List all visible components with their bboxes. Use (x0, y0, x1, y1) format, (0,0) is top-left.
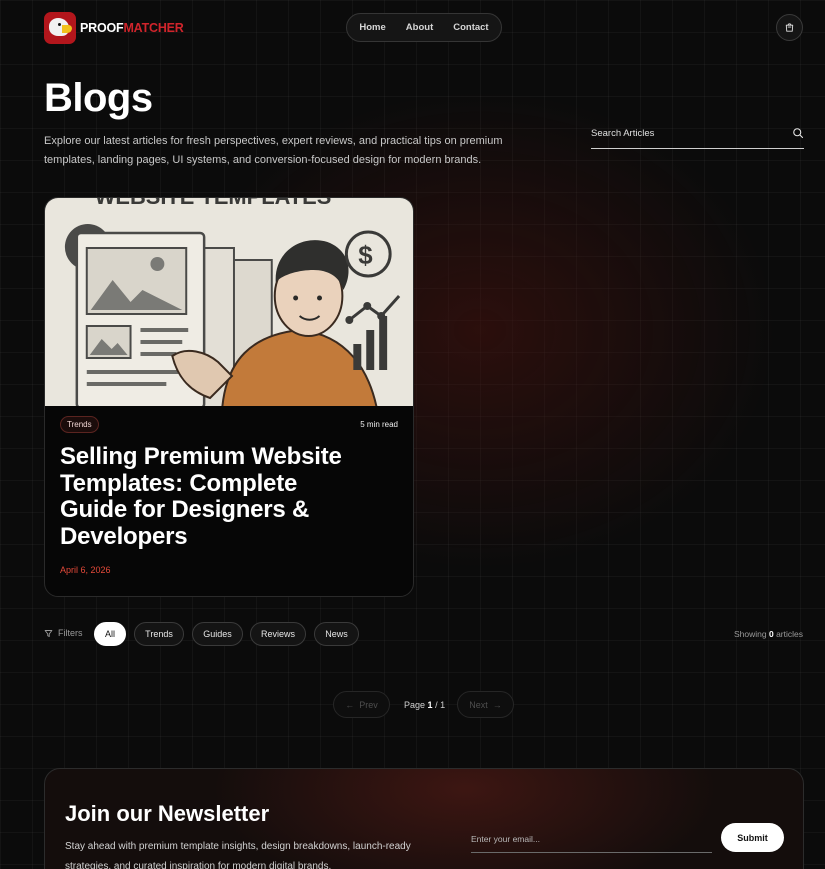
page-indicator: Page 1 / 1 (404, 700, 446, 710)
filter-chip-all[interactable]: All (94, 622, 126, 646)
email-input[interactable] (471, 827, 712, 851)
page-title: Blogs (44, 76, 153, 120)
read-time: 5 min read (360, 420, 398, 429)
nav-link-about[interactable]: About (406, 22, 433, 33)
submit-button[interactable]: Submit (721, 823, 784, 852)
shopping-bag-icon (785, 23, 794, 32)
nav-link-home[interactable]: Home (359, 22, 385, 33)
svg-text:WEBSITE TEMPLATES: WEBSITE TEMPLATES (95, 198, 332, 209)
blog-card-image: WEBSITE TEMPLATES $ (45, 198, 413, 406)
results-count: Showing 0 articles (733, 629, 803, 639)
brand-logo[interactable]: PROOFMATCHER (44, 12, 184, 44)
main-nav: Home About Contact (346, 13, 502, 42)
filter-chip-news[interactable]: News (314, 622, 359, 646)
filter-icon (44, 629, 53, 637)
blog-card-date: April 6, 2026 (60, 565, 111, 575)
next-page-button[interactable]: Next → (457, 691, 514, 718)
brand-name: PROOFMATCHER (80, 21, 184, 35)
blog-card-title[interactable]: Selling Premium Website Templates: Compl… (60, 443, 360, 550)
svg-text:$: $ (358, 242, 373, 270)
newsletter-email-field (471, 827, 712, 853)
arrow-right-icon: → (492, 699, 502, 710)
filter-chip-reviews[interactable]: Reviews (250, 622, 306, 646)
eagle-logo-icon (44, 12, 76, 44)
nav-link-contact[interactable]: Contact (453, 22, 488, 33)
newsletter-section: Join our Newsletter Stay ahead with prem… (44, 768, 804, 869)
newsletter-title: Join our Newsletter (65, 801, 270, 826)
filter-chip-guides[interactable]: Guides (192, 622, 243, 646)
cart-button[interactable] (776, 14, 803, 41)
newsletter-text: Stay ahead with premium template insight… (65, 841, 411, 869)
search-bar (591, 120, 804, 149)
filter-chip-trends[interactable]: Trends (134, 622, 184, 646)
prev-page-button[interactable]: ← Prev (333, 691, 390, 718)
page-intro: Explore our latest articles for fresh pe… (44, 135, 503, 166)
search-input[interactable] (591, 120, 771, 146)
blog-card[interactable]: WEBSITE TEMPLATES $ Trends 5 (44, 197, 414, 597)
filters-label: Filters (44, 628, 83, 638)
arrow-left-icon: ← (345, 699, 355, 710)
search-icon[interactable] (792, 127, 804, 139)
category-badge[interactable]: Trends (60, 416, 99, 433)
